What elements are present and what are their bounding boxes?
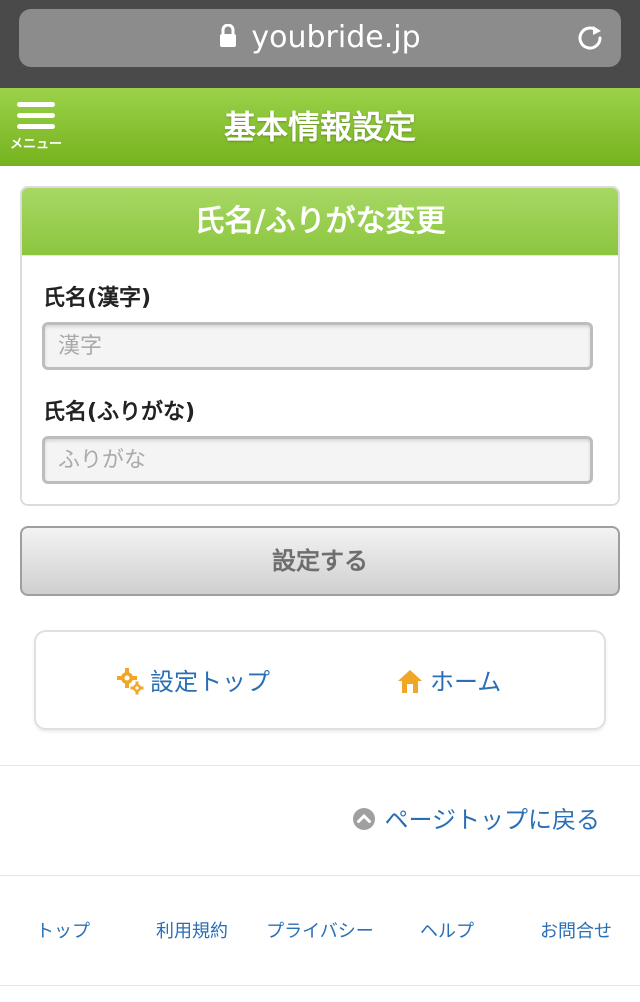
furigana-label: 氏名(ふりがな) (43, 400, 196, 425)
url-text: youbride.jp (251, 20, 421, 55)
app-header: メニュー 基本情報設定 (0, 88, 640, 166)
footer-link-contact[interactable]: お問合せ (526, 912, 626, 952)
home-link[interactable]: ホーム (396, 662, 501, 702)
house-icon (398, 670, 422, 693)
submit-button[interactable]: 設定する (20, 526, 620, 596)
footer-links: トップ 利用規約 プライバシー ヘルプ お問合せ (0, 912, 640, 952)
page-top-link[interactable]: ページトップに戻る (352, 800, 600, 840)
home-label: ホーム (430, 668, 502, 696)
browser-bar: youbride.jp (0, 0, 640, 88)
url-bar[interactable]: youbride.jp (19, 9, 621, 67)
footer-link-privacy[interactable]: プライバシー (258, 912, 382, 952)
furigana-input[interactable] (42, 436, 593, 484)
kanji-label: 氏名(漢字) (43, 286, 152, 311)
page-top-label: ページトップに戻る (384, 806, 600, 834)
nav-box: 設定トップ ホーム (34, 630, 606, 730)
name-change-panel: 氏名/ふりがな変更 氏名(漢字) 氏名(ふりがな) (20, 186, 620, 506)
footer-link-top[interactable]: トップ (18, 912, 108, 952)
gear-icon (117, 668, 144, 695)
footer-link-terms[interactable]: 利用規約 (142, 912, 242, 952)
divider (0, 875, 640, 876)
kanji-input[interactable] (42, 322, 593, 370)
settings-top-label: 設定トップ (150, 668, 270, 696)
panel-title: 氏名/ふりがな変更 (22, 188, 618, 256)
settings-top-link[interactable]: 設定トップ (116, 662, 270, 702)
lock-icon (220, 23, 237, 47)
url-display: youbride.jp (19, 9, 621, 67)
chevron-up-circle-icon (353, 808, 376, 830)
divider (0, 985, 640, 986)
reload-icon[interactable] (575, 23, 605, 53)
divider (0, 765, 640, 766)
page-title: 基本情報設定 (223, 108, 416, 146)
footer-link-help[interactable]: ヘルプ (404, 912, 490, 952)
